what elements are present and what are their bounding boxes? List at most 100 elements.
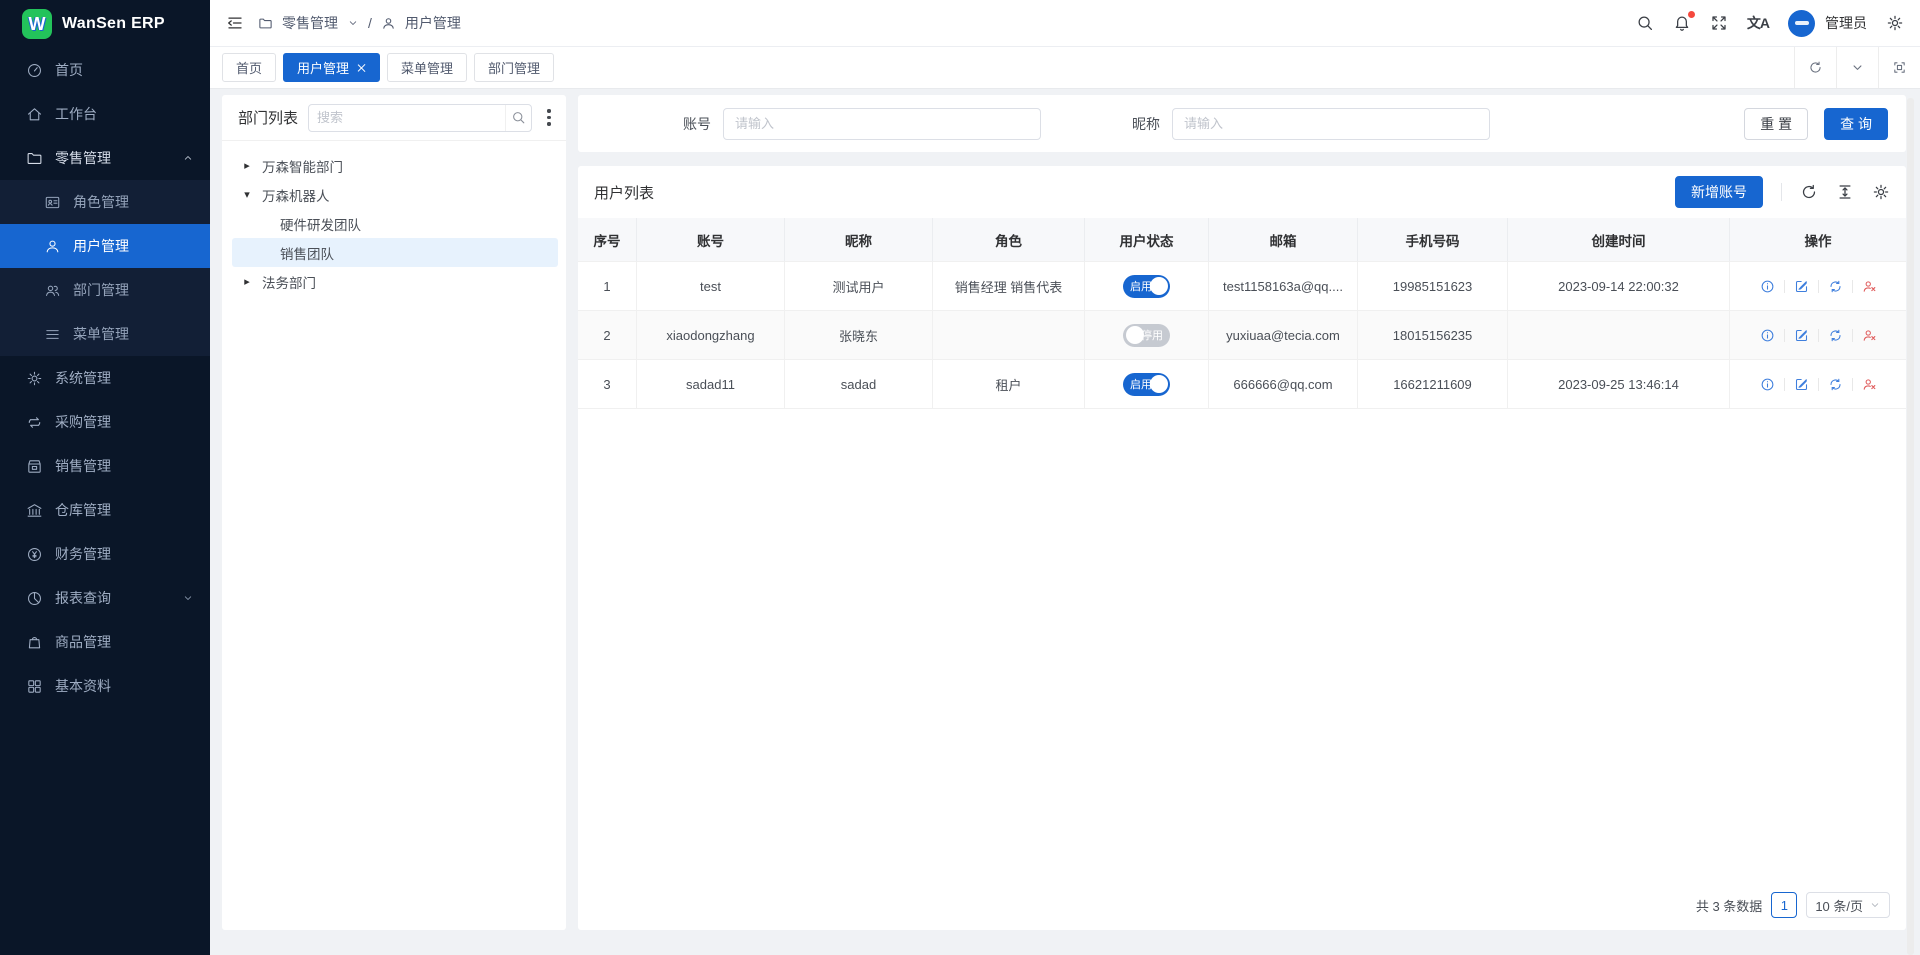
app-name: WanSen ERP — [62, 15, 165, 33]
tree-node-legal-dept[interactable]: ▸ 法务部门 — [232, 267, 558, 296]
status-toggle[interactable]: 停用 — [1123, 324, 1170, 347]
sync-icon — [1828, 328, 1843, 343]
department-more-button[interactable] — [542, 109, 556, 125]
reset-button[interactable]: 重 置 — [1744, 108, 1808, 140]
detail-button[interactable] — [1760, 377, 1775, 392]
edit-button[interactable] — [1794, 328, 1809, 343]
chevron-down-icon — [1850, 60, 1865, 75]
tab-dept-mgmt[interactable]: 部门管理 — [474, 53, 554, 82]
search-button[interactable] — [1636, 14, 1654, 32]
tree-expand-icon[interactable]: ▸ — [240, 275, 254, 288]
pagination: 共 3 条数据 1 10 条/页 — [1696, 892, 1890, 918]
sidebar-item-warehouse-mgmt[interactable]: 仓库管理 — [0, 488, 210, 532]
sidebar-item-workbench[interactable]: 工作台 — [0, 92, 210, 136]
sidebar-collapse-button[interactable] — [226, 14, 244, 32]
tab-menu-dropdown[interactable] — [1836, 47, 1878, 88]
nickname-label: 昵称 — [1132, 114, 1160, 134]
content-fullscreen-button[interactable] — [1878, 47, 1920, 88]
sidebar-item-home[interactable]: 首页 — [0, 48, 210, 92]
delete-user-button[interactable] — [1862, 328, 1877, 343]
sidebar-item-report-query[interactable]: 报表查询 — [0, 576, 210, 620]
nickname-input[interactable] — [1172, 108, 1490, 140]
gear-icon — [26, 370, 43, 387]
fullscreen-box-icon — [1892, 60, 1907, 75]
column-settings-button[interactable] — [1872, 183, 1890, 201]
sidebar-item-system-mgmt[interactable]: 系统管理 — [0, 356, 210, 400]
detail-button[interactable] — [1760, 328, 1775, 343]
chevron-down-icon[interactable] — [347, 17, 359, 29]
table-toolbar: 新增账号 — [1675, 176, 1890, 208]
search-icon — [1636, 14, 1654, 32]
sidebar-item-user-mgmt[interactable]: 用户管理 — [0, 224, 210, 268]
tree-collapse-icon[interactable]: ▾ — [240, 188, 254, 201]
sidebar-item-role-mgmt[interactable]: 角色管理 — [0, 180, 210, 224]
vertical-scrollbar[interactable] — [1907, 98, 1914, 955]
add-account-button[interactable]: 新增账号 — [1675, 176, 1763, 208]
app-logo: W WanSen ERP — [0, 0, 210, 48]
search-icon — [511, 110, 526, 125]
tree-node-wansen-smart[interactable]: ▸ 万森智能部门 — [232, 151, 558, 180]
sidebar-group-retail[interactable]: 零售管理 — [0, 136, 210, 180]
avatar[interactable] — [1788, 10, 1815, 37]
tree-node-hardware-team[interactable]: 硬件研发团队 — [232, 209, 558, 238]
filter-buttons: 重 置 查 询 — [1744, 108, 1888, 140]
edit-button[interactable] — [1794, 377, 1809, 392]
account-input[interactable] — [723, 108, 1041, 140]
department-search-button[interactable] — [505, 105, 531, 131]
filter-nickname: 昵称 — [1132, 108, 1490, 140]
sidebar-item-menu-mgmt[interactable]: 菜单管理 — [0, 312, 210, 356]
department-search-input[interactable] — [309, 110, 505, 125]
user-list-header: 用户列表 新增账号 — [578, 166, 1906, 218]
refresh-tab-button[interactable] — [1794, 47, 1836, 88]
username[interactable]: 管理员 — [1825, 13, 1867, 33]
user-list-card: 用户列表 新增账号 序号 账号 — [578, 166, 1906, 930]
table-refresh-button[interactable] — [1800, 183, 1818, 201]
reset-password-button[interactable] — [1828, 328, 1843, 343]
settings-button[interactable] — [1886, 14, 1904, 32]
breadcrumb-parent[interactable]: 零售管理 — [282, 13, 338, 33]
tree-node-sales-team[interactable]: 销售团队 — [232, 238, 558, 267]
row-density-button[interactable] — [1836, 183, 1854, 201]
delete-user-button[interactable] — [1862, 377, 1877, 392]
status-toggle[interactable]: 启用 — [1123, 275, 1170, 298]
page-size-select[interactable]: 10 条/页 — [1806, 892, 1890, 918]
sidebar-item-purchase-mgmt[interactable]: 采购管理 — [0, 400, 210, 444]
fullscreen-button[interactable] — [1710, 14, 1728, 32]
collapse-menu-icon — [226, 14, 244, 32]
notifications-button[interactable] — [1673, 14, 1691, 32]
top-header: 零售管理 / 用户管理 文A 管理员 — [210, 0, 1920, 47]
tree-node-wansen-robot[interactable]: ▾ 万森机器人 — [232, 180, 558, 209]
user-remove-icon — [1862, 328, 1877, 343]
sidebar-item-sales-mgmt[interactable]: 销售管理 — [0, 444, 210, 488]
edit-icon — [1794, 377, 1809, 392]
tab-bar: 首页 用户管理 菜单管理 部门管理 — [210, 47, 1920, 89]
gear-icon — [1886, 14, 1904, 32]
tab-home[interactable]: 首页 — [222, 53, 276, 82]
tab-user-mgmt[interactable]: 用户管理 — [283, 53, 380, 82]
tab-menu-mgmt[interactable]: 菜单管理 — [387, 53, 467, 82]
tree-expand-icon[interactable]: ▸ — [240, 159, 254, 172]
sidebar-item-finance-mgmt[interactable]: 财务管理 — [0, 532, 210, 576]
detail-button[interactable] — [1760, 279, 1775, 294]
close-icon[interactable] — [356, 63, 366, 73]
sidebar: W WanSen ERP 首页 工作台 零售管理 角色管理 用户管理 部门管理 … — [0, 0, 210, 955]
status-toggle[interactable]: 启用 — [1123, 373, 1170, 396]
folder-icon — [26, 150, 43, 167]
sync-icon — [1828, 279, 1843, 294]
breadcrumb-current: 用户管理 — [405, 13, 461, 33]
reset-password-button[interactable] — [1828, 377, 1843, 392]
sidebar-item-base-data[interactable]: 基本资料 — [0, 664, 210, 708]
sidebar-item-product-mgmt[interactable]: 商品管理 — [0, 620, 210, 664]
delete-user-button[interactable] — [1862, 279, 1877, 294]
bank-icon — [26, 502, 43, 519]
search-button[interactable]: 查 询 — [1824, 108, 1888, 140]
users-icon — [44, 282, 61, 299]
language-button[interactable]: 文A — [1747, 13, 1769, 33]
table-row: 1 — [578, 262, 637, 311]
edit-button[interactable] — [1794, 279, 1809, 294]
shop-icon — [26, 458, 43, 475]
col-header-phone: 手机号码 — [1358, 218, 1508, 262]
page-1-button[interactable]: 1 — [1771, 892, 1797, 918]
sidebar-item-dept-mgmt[interactable]: 部门管理 — [0, 268, 210, 312]
reset-password-button[interactable] — [1828, 279, 1843, 294]
